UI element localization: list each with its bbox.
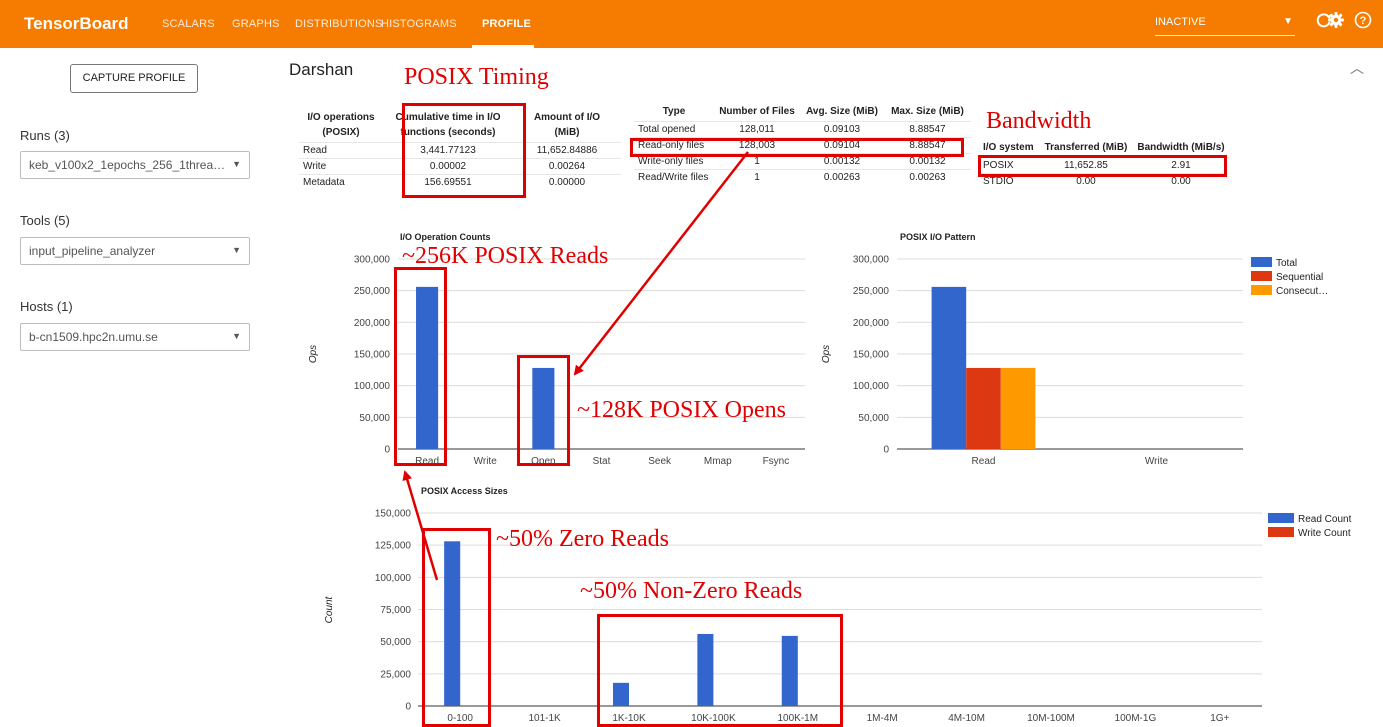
x-tick-label: 1G+ (1210, 713, 1229, 724)
x-tick-label: Read (972, 456, 996, 467)
bar (966, 367, 1001, 449)
legend-swatch (1251, 271, 1272, 281)
x-tick-label: Fsync (763, 456, 790, 467)
y-tick-label: 50,000 (359, 413, 390, 424)
legend-swatch (1251, 257, 1272, 267)
y-tick-label: 0 (883, 445, 889, 456)
bar (1000, 367, 1036, 449)
y-tick-label: 150,000 (354, 350, 391, 361)
y-axis-label: Ops (821, 345, 832, 363)
y-tick-label: 125,000 (375, 541, 412, 552)
x-tick-label: 101-1K (528, 713, 561, 724)
y-axis-label: Ops (308, 345, 319, 363)
opens-bar-box (517, 355, 570, 466)
chart-title: POSIX I/O Pattern (900, 232, 976, 242)
legend-swatch (1251, 285, 1272, 295)
bar (931, 286, 967, 449)
y-tick-label: 300,000 (853, 255, 890, 266)
legend-swatch (1268, 527, 1294, 537)
legend-label: Write Count (1298, 528, 1351, 539)
chart-title: POSIX Access Sizes (421, 486, 508, 496)
legend-swatch (1268, 513, 1294, 523)
x-tick-label: 10M-100M (1027, 713, 1075, 724)
y-tick-label: 200,000 (853, 318, 890, 329)
annotation-posix-opens: ~128K POSIX Opens (577, 397, 786, 423)
y-tick-label: 75,000 (380, 605, 411, 616)
nonzero-reads-box (597, 614, 843, 727)
x-tick-label: Stat (593, 456, 611, 467)
x-tick-label: Write (474, 456, 498, 467)
annotation-posix-reads: ~256K POSIX Reads (402, 243, 609, 269)
y-tick-label: 0 (384, 445, 390, 456)
y-axis-label: Count (324, 595, 335, 623)
y-tick-label: 300,000 (354, 255, 391, 266)
y-tick-label: 100,000 (354, 381, 391, 392)
annotation-bandwidth: Bandwidth (986, 108, 1092, 134)
posix-timing-box (402, 103, 526, 198)
y-tick-label: 50,000 (380, 637, 411, 648)
y-tick-label: 100,000 (375, 573, 412, 584)
y-tick-label: 250,000 (853, 286, 890, 297)
legend-label: Read Count (1298, 514, 1352, 525)
x-tick-label: 1M-4M (867, 713, 898, 724)
x-tick-label: Seek (648, 456, 672, 467)
legend-label: Sequential (1276, 272, 1323, 283)
y-tick-label: 100,000 (853, 381, 890, 392)
y-tick-label: 150,000 (853, 350, 890, 361)
legend-label: Consecut… (1276, 286, 1328, 297)
annotation-zero-reads: ~50% Zero Reads (496, 526, 669, 552)
chart-title: I/O Operation Counts (400, 232, 491, 242)
x-tick-label: 100M-1G (1115, 713, 1157, 724)
x-tick-label: Write (1145, 456, 1169, 467)
reads-bar-box (394, 267, 447, 466)
y-tick-label: 50,000 (858, 413, 889, 424)
posix-bandwidth-box (978, 155, 1227, 177)
y-tick-label: 0 (405, 702, 411, 713)
legend-label: Total (1276, 258, 1297, 269)
annotation-nonzero-reads: ~50% Non-Zero Reads (580, 578, 803, 604)
y-tick-label: 150,000 (375, 509, 412, 520)
zero-reads-box (422, 528, 491, 727)
annotation-posix-timing: POSIX Timing (404, 64, 549, 90)
x-tick-label: 4M-10M (948, 713, 985, 724)
x-tick-label: Mmap (704, 456, 732, 467)
read-only-files-box (630, 138, 964, 157)
posix-io-pattern-chart: POSIX I/O Pattern Ops 0 50,000 100,000 150,00… (821, 232, 1328, 467)
y-tick-label: 250,000 (354, 286, 391, 297)
annotation-overlay (402, 151, 749, 581)
y-tick-label: 200,000 (354, 318, 391, 329)
y-tick-label: 25,000 (380, 669, 411, 680)
